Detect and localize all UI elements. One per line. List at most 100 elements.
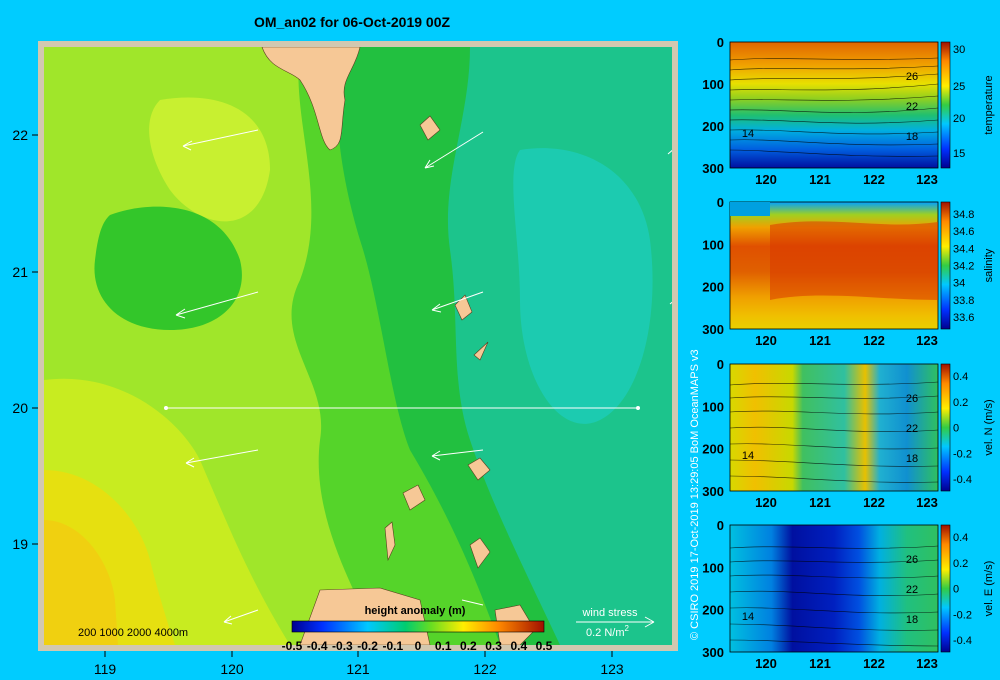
section-depth-tick: 100 xyxy=(702,560,724,575)
section-colorbar-tick: -0.4 xyxy=(953,474,972,486)
wind-stress-label: wind stress xyxy=(581,607,638,619)
contour-label: 18 xyxy=(906,131,918,143)
section-depth-tick: 300 xyxy=(702,322,724,337)
contour-label: 14 xyxy=(742,128,754,140)
colorbar-tick-label: 0.2 xyxy=(460,639,477,653)
contour-label: 26 xyxy=(906,554,918,566)
ocean-map-figure: OM_an02 for 06-Oct-2019 00Z 119 120 121 … xyxy=(0,0,1000,680)
contour-label: 14 xyxy=(742,450,754,462)
section-colorbar-tick: 34 xyxy=(953,278,965,290)
colorbar-tick-label: 0 xyxy=(415,639,422,653)
salinity-colorbar xyxy=(940,201,951,330)
section-colorbar-tick: 0.2 xyxy=(953,397,968,409)
map-x-tick-label: 123 xyxy=(600,661,624,677)
map-x-tick-label: 122 xyxy=(473,661,497,677)
section-x-tick: 121 xyxy=(809,656,831,671)
map-y-ticks: 22 21 20 19 xyxy=(12,127,38,552)
credit-text: © CSIRO 2019 17-Oct-2019 13:29:05 BoM Oc… xyxy=(689,349,701,640)
contour-label: 26 xyxy=(906,71,918,83)
section-depth-tick: 0 xyxy=(717,518,724,533)
section-colorbar-tick: 0.4 xyxy=(953,371,968,383)
figure-canvas: OM_an02 for 06-Oct-2019 00Z 119 120 121 … xyxy=(12,14,995,677)
section-label: temperature xyxy=(983,75,995,134)
section-colorbar-tick: 0 xyxy=(953,423,959,435)
section-colorbar-tick: 34.6 xyxy=(953,226,974,238)
map-y-tick-label: 19 xyxy=(12,536,28,552)
section-x-tick: 123 xyxy=(916,495,938,510)
section-colorbar-tick: 0.4 xyxy=(953,532,968,544)
contour-label: 22 xyxy=(906,423,918,435)
map-x-tick-label: 119 xyxy=(94,661,117,677)
contour-label: 18 xyxy=(906,453,918,465)
contour-label: 26 xyxy=(906,393,918,405)
section-colorbar-tick: -0.4 xyxy=(953,635,972,647)
section-depth-tick: 100 xyxy=(702,77,724,92)
section-x-tick: 122 xyxy=(863,333,885,348)
colorbar-tick-label: -0.4 xyxy=(307,639,328,653)
section-x-tick: 120 xyxy=(755,172,777,187)
map-x-ticks: 119 120 121 122 123 xyxy=(94,651,624,677)
section-colorbar-tick: 34.2 xyxy=(953,261,974,273)
section-label: vel. E (m/s) xyxy=(983,561,995,617)
colorbar-tick-label: 0.5 xyxy=(536,639,553,653)
section-x-tick: 123 xyxy=(916,172,938,187)
colorbar-tick-label: 0.1 xyxy=(435,639,452,653)
section-x-tick: 120 xyxy=(755,495,777,510)
height-colorbar xyxy=(291,620,545,633)
section-depth-tick: 200 xyxy=(702,119,724,134)
section-depth-tick: 0 xyxy=(717,35,724,50)
section-x-tick: 120 xyxy=(755,333,777,348)
depth-legend: 200 1000 2000 4000m xyxy=(78,627,188,639)
colorbar-ticks: -0.5 -0.4 -0.3 -0.2 -0.1 0 0.1 0.2 0.3 0.4 0.5 xyxy=(282,639,553,653)
height-anomaly-map: 119 120 121 122 123 22 21 20 19 200 1000 2000 4… xyxy=(12,41,678,677)
section-colorbar-tick: 0 xyxy=(953,584,959,596)
section-colorbar-tick: 0.2 xyxy=(953,558,968,570)
colorbar-tick-label: 0.3 xyxy=(485,639,502,653)
section-label: vel. N (m/s) xyxy=(983,399,995,455)
section-label: salinity xyxy=(983,248,995,282)
map-y-tick-label: 21 xyxy=(12,264,28,280)
map-y-tick-label: 20 xyxy=(12,400,28,416)
map-x-tick-label: 121 xyxy=(346,661,370,677)
contour-label: 18 xyxy=(906,614,918,626)
vel-e-colorbar xyxy=(940,524,951,653)
map-x-tick-label: 120 xyxy=(220,661,244,677)
section-colorbar-tick: 34.4 xyxy=(953,243,974,255)
section-colorbar-tick: -0.2 xyxy=(953,448,972,460)
map-title: OM_an02 for 06-Oct-2019 00Z xyxy=(254,14,451,30)
section-depth-tick: 300 xyxy=(702,484,724,499)
section-depth-tick: 200 xyxy=(702,442,724,457)
section-x-tick: 122 xyxy=(863,172,885,187)
colorbar-tick-label: -0.2 xyxy=(357,639,378,653)
section-colorbar-tick: 33.8 xyxy=(953,295,974,307)
colorbar-tick-label: -0.1 xyxy=(382,639,403,653)
section-depth-tick: 0 xyxy=(717,357,724,372)
section-depth-tick: 300 xyxy=(702,161,724,176)
section-x-tick: 121 xyxy=(809,172,831,187)
section-colorbar-tick: 20 xyxy=(953,113,965,125)
salinity-section xyxy=(729,201,939,330)
section-x-tick: 123 xyxy=(916,656,938,671)
section-colorbar-tick: 15 xyxy=(953,148,965,160)
section-colorbar-tick: 33.6 xyxy=(953,312,974,324)
section-x-tick: 123 xyxy=(916,333,938,348)
temperature-colorbar xyxy=(940,41,951,169)
section-x-tick: 122 xyxy=(863,495,885,510)
section-colorbar-tick: 34.8 xyxy=(953,209,974,221)
section-depth-tick: 200 xyxy=(702,603,724,618)
section-depth-tick: 300 xyxy=(702,645,724,660)
section-x-tick: 121 xyxy=(809,495,831,510)
section-depth-tick: 100 xyxy=(702,399,724,414)
section-x-tick: 120 xyxy=(755,656,777,671)
vel-n-colorbar xyxy=(940,363,951,492)
section-depth-tick: 200 xyxy=(702,280,724,295)
map-y-tick-label: 22 xyxy=(12,127,28,143)
section-x-tick: 121 xyxy=(809,333,831,348)
colorbar-tick-label: -0.5 xyxy=(282,639,303,653)
section-x-tick: 122 xyxy=(863,656,885,671)
section-panels: 0 100 200 300 120 121 122 123 30 25 20 15 temperatur… xyxy=(702,35,995,671)
colorbar-tick-label: 0.4 xyxy=(510,639,527,653)
section-colorbar-tick: 30 xyxy=(953,44,965,56)
contour-label: 14 xyxy=(742,611,754,623)
section-colorbar-tick: 25 xyxy=(953,81,965,93)
